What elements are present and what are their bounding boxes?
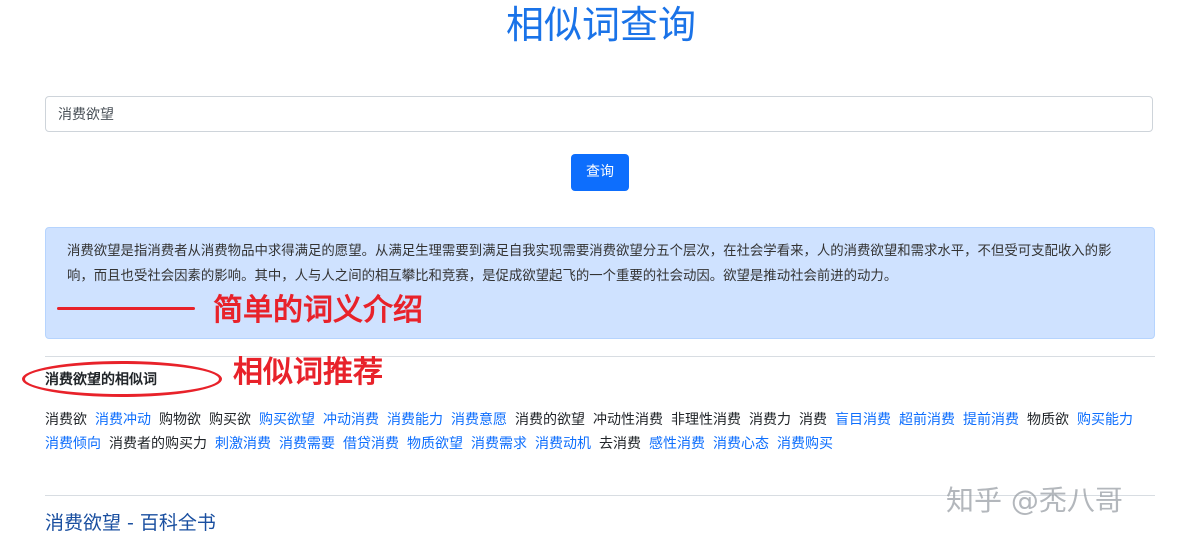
annotation-underline: [57, 307, 195, 310]
similar-words-heading: 消费欲望的相似词: [45, 372, 157, 388]
similar-word: 消费力: [749, 412, 791, 428]
similar-word: 冲动性消费: [593, 412, 663, 428]
similar-word: 购买欲: [209, 412, 251, 428]
similar-word[interactable]: 消费意愿: [451, 408, 507, 432]
similar-word[interactable]: 购买能力: [1077, 408, 1133, 432]
similar-word[interactable]: 提前消费: [963, 408, 1019, 432]
annotation-similar-note: 相似词推荐: [233, 355, 383, 390]
divider: [45, 356, 1155, 357]
definition-box: 消费欲望是指消费者从消费物品中求得满足的愿望。从满足生理需要到满足自我实现需要消…: [45, 227, 1155, 339]
similar-word[interactable]: 消费心态: [713, 432, 769, 456]
encyclopedia-link[interactable]: 消费欲望 - 百科全书: [45, 509, 216, 537]
similar-word[interactable]: 消费能力: [387, 408, 443, 432]
similar-word: 消费欲: [45, 412, 87, 428]
similar-word[interactable]: 盲目消费: [835, 408, 891, 432]
similar-word[interactable]: 消费购买: [777, 432, 833, 456]
similar-word[interactable]: 购买欲望: [259, 408, 315, 432]
similar-word: 消费: [799, 412, 827, 428]
definition-text: 消费欲望是指消费者从消费物品中求得满足的愿望。从满足生理需要到满足自我实现需要消…: [67, 244, 1112, 284]
similar-word[interactable]: 消费倾向: [45, 432, 101, 456]
similar-word[interactable]: 感性消费: [649, 432, 705, 456]
similar-word[interactable]: 消费冲动: [95, 408, 151, 432]
similar-word[interactable]: 消费动机: [535, 432, 591, 456]
similar-word: 消费者的购买力: [109, 436, 207, 452]
similar-word[interactable]: 借贷消费: [343, 432, 399, 456]
annotation-definition-note: 简单的词义介绍: [213, 293, 423, 328]
similar-words-list: 消费欲 消费冲动 购物欲 购买欲 购买欲望 冲动消费 消费能力 消费意愿 消费的欲望 冲动性消费非…: [45, 408, 1155, 456]
similar-word[interactable]: 消费需要: [279, 432, 335, 456]
similar-word: 非理性消费: [671, 412, 741, 428]
similar-word: 购物欲: [159, 412, 201, 428]
similar-word[interactable]: 冲动消费: [323, 408, 379, 432]
similar-word[interactable]: 刺激消费: [215, 432, 271, 456]
similar-word[interactable]: 物质欲望: [407, 432, 463, 456]
watermark: 知乎 @秃八哥: [946, 484, 1123, 517]
similar-word[interactable]: 消费需求: [471, 432, 527, 456]
search-input[interactable]: [45, 96, 1153, 132]
page-title: 相似词查询: [505, 3, 696, 47]
similar-word[interactable]: 超前消费: [899, 408, 955, 432]
similar-word: 消费的欲望: [515, 412, 585, 428]
similar-word: 物质欲: [1027, 412, 1069, 428]
search-button[interactable]: 查询: [571, 154, 629, 191]
similar-word: 去消费: [599, 436, 641, 452]
